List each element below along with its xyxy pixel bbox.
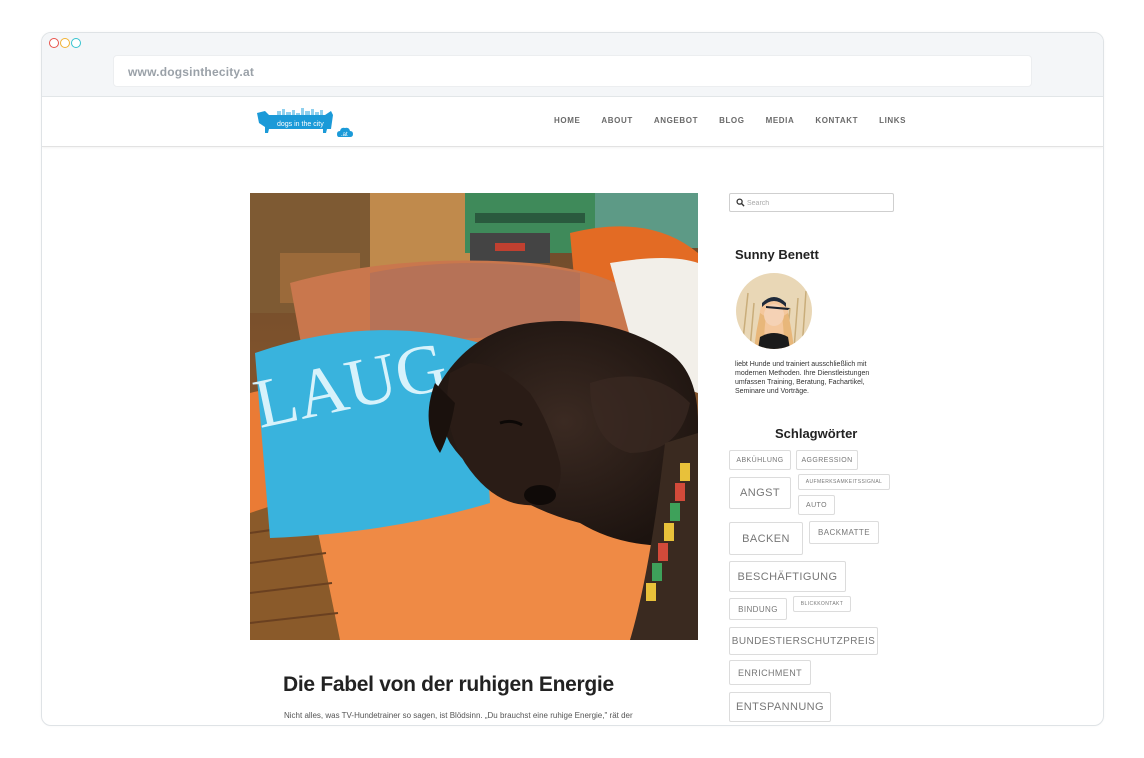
- tag-blickkontakt[interactable]: BLICKKONTAKT: [793, 596, 851, 612]
- address-bar[interactable]: www.dogsinthecity.at: [113, 55, 1032, 87]
- nav-blog[interactable]: BLOG: [719, 116, 745, 125]
- tag-backmatte[interactable]: BACKMATTE: [809, 521, 879, 544]
- browser-window: www.dogsinthecity.at dogs in the city .a…: [41, 32, 1104, 726]
- nav-about[interactable]: ABOUT: [601, 116, 632, 125]
- tag-aggression[interactable]: AGGRESSION: [796, 450, 858, 470]
- author-avatar: [736, 273, 812, 349]
- close-window-button[interactable]: [49, 38, 59, 48]
- site-logo[interactable]: dogs in the city .at: [255, 107, 357, 139]
- browser-chrome: www.dogsinthecity.at: [42, 33, 1103, 97]
- tag-abkuehlung[interactable]: ABKÜHLUNG: [729, 450, 791, 470]
- tag-bundestierschutzpreis[interactable]: BUNDESTIERSCHUTZPREIS: [729, 627, 878, 655]
- author-photo-image: [736, 273, 812, 349]
- logo-text: dogs in the city: [277, 121, 324, 128]
- tag-angst[interactable]: ANGST: [729, 477, 791, 509]
- tag-bindung[interactable]: BINDUNG: [729, 598, 787, 620]
- maximize-window-button[interactable]: [71, 38, 81, 48]
- search-box[interactable]: [729, 193, 894, 212]
- nav-media[interactable]: MEDIA: [766, 116, 795, 125]
- tag-aufmerksamkeitssignal[interactable]: AUFMERKSAMKEITSSIGNAL: [798, 474, 890, 490]
- dogs-in-the-city-logo-icon: dogs in the city .at: [257, 108, 353, 138]
- author-name: Sunny Benett: [735, 247, 819, 262]
- search-icon: [736, 198, 745, 207]
- post-excerpt: Nicht alles, was TV-Hundetrainer so sage…: [284, 711, 633, 720]
- post-featured-image[interactable]: LAUG: [250, 193, 698, 640]
- author-bio: liebt Hunde und trainiert ausschließlich…: [735, 361, 870, 395]
- tag-auto[interactable]: AUTO: [798, 495, 835, 515]
- tag-backen[interactable]: BACKEN: [729, 522, 803, 555]
- minimize-window-button[interactable]: [60, 38, 70, 48]
- tags-heading: Schlagwörter: [775, 426, 858, 441]
- tag-beschaeftigung[interactable]: BESCHÄFTIGUNG: [729, 561, 846, 592]
- dog-photo-image: LAUG: [250, 193, 698, 640]
- nav-kontakt[interactable]: KONTAKT: [815, 116, 858, 125]
- search-input[interactable]: [747, 196, 887, 210]
- logo-suffix: .at: [341, 132, 348, 138]
- nav-home[interactable]: HOME: [554, 116, 580, 125]
- tag-entspannung[interactable]: ENTSPANNUNG: [729, 692, 831, 722]
- main-menu: HOME ABOUT ANGEBOT BLOG MEDIA KONTAKT LI…: [554, 116, 927, 125]
- post-title[interactable]: Die Fabel von der ruhigen Energie: [283, 673, 614, 697]
- site-header: dogs in the city .at HOME ABOUT ANGEBOT …: [42, 97, 1103, 147]
- url-text: www.dogsinthecity.at: [128, 65, 255, 79]
- nav-angebot[interactable]: ANGEBOT: [654, 116, 698, 125]
- tag-enrichment[interactable]: ENRICHMENT: [729, 660, 811, 685]
- nav-links[interactable]: LINKS: [879, 116, 906, 125]
